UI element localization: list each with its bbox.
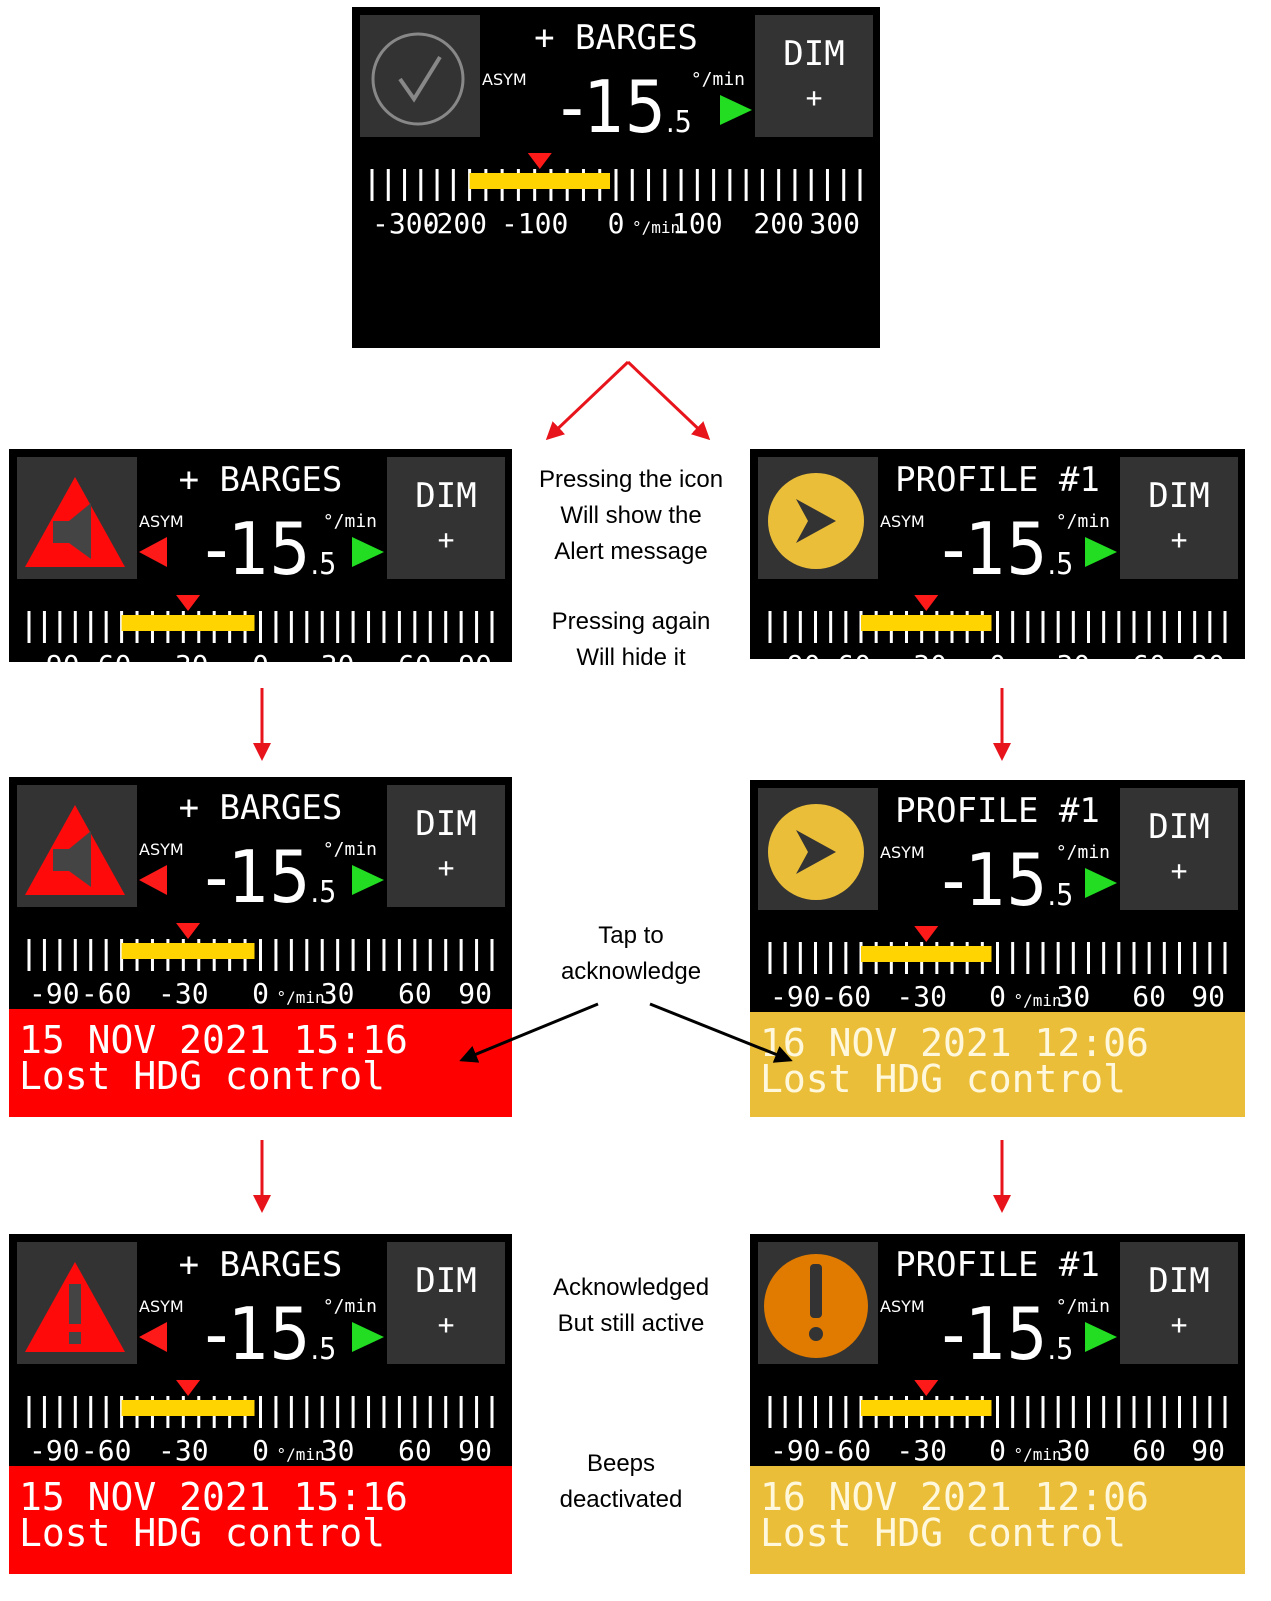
- note-press-again: Pressing again Will hide it: [551, 608, 711, 671]
- flow-arrows: [253, 360, 1011, 1213]
- note-press-icon: Pressing the icon Will show the Alert mess…: [538, 466, 724, 565]
- note-beeps: Beeps deactivated: [559, 1450, 683, 1513]
- note-acknowledged: Acknowledged But still active: [552, 1274, 710, 1337]
- arrow-top-to-left: [545, 360, 630, 441]
- arrow-ack-right: [649, 1002, 793, 1063]
- arrow-ack-left: [459, 1002, 599, 1063]
- arrow-top-to-right: [626, 360, 711, 441]
- note-tap-ack: Tap to acknowledge: [560, 922, 702, 985]
